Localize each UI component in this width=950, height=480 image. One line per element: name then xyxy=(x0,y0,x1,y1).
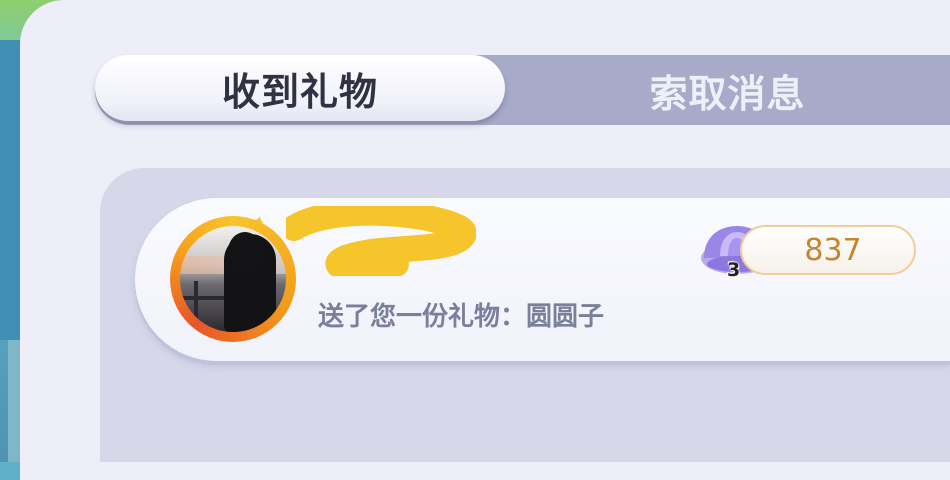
gift-value: 837 xyxy=(740,225,916,275)
tab-request-messages[interactable]: 索取消息 xyxy=(505,55,950,125)
avatar[interactable] xyxy=(180,226,286,332)
tab-received-gifts[interactable]: 收到礼物 xyxy=(95,55,505,121)
name-redaction-scribble xyxy=(286,206,476,276)
shell-count: 3 xyxy=(727,259,741,281)
gift-message: 送了您一份礼物：圆圆子 xyxy=(318,302,605,332)
tab-bar: 收到礼物 索取消息 xyxy=(95,55,950,125)
